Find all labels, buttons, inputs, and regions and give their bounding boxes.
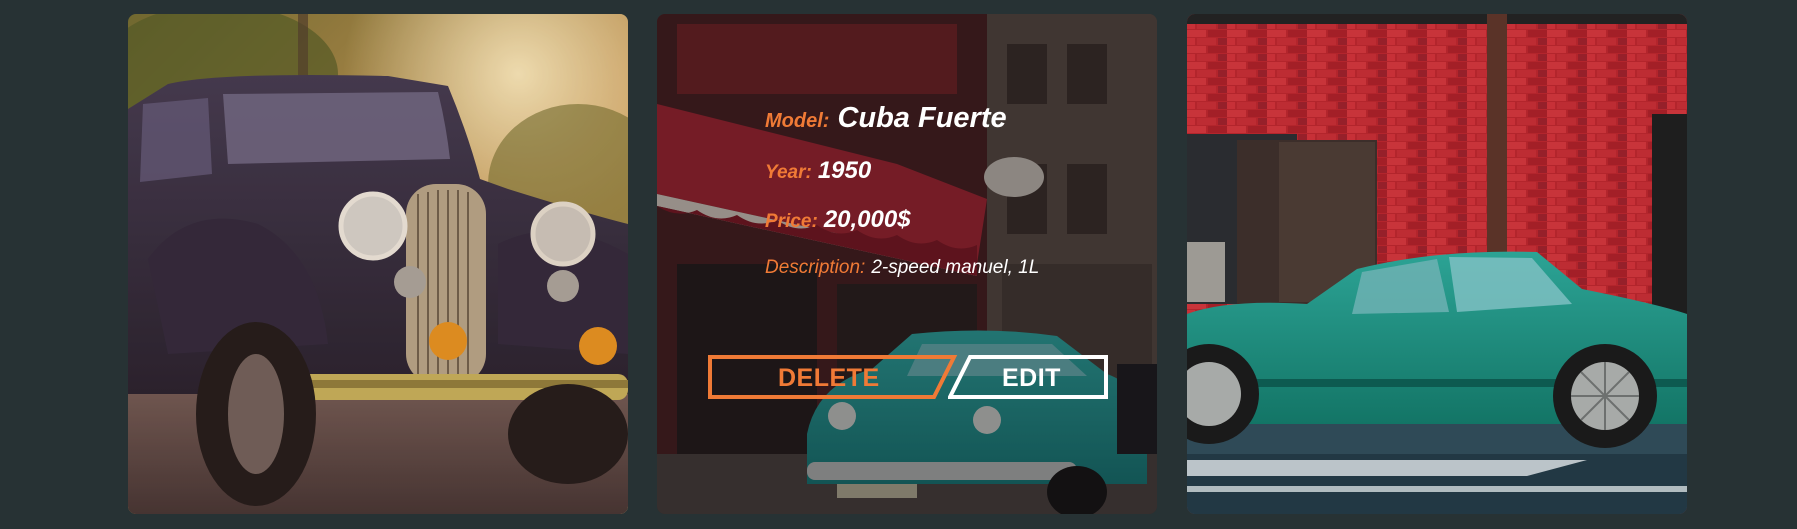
car-card-cuba-fuerte[interactable]: Model: Cuba Fuerte Year: 1950 Price: 20,000… [657, 14, 1157, 514]
price-value: 20,000$ [823, 206, 911, 233]
model-row: Model: Cuba Fuerte [765, 102, 1145, 135]
description-label: Description: [765, 257, 866, 278]
description-value: 2-speed manuel, 1L [871, 257, 1040, 278]
car-card-teal-sedan[interactable] [1187, 14, 1687, 514]
price-label: Price: [765, 211, 818, 232]
car-photo-vintage-black [128, 14, 628, 514]
year-row: Year: 1950 [765, 157, 1145, 185]
year-label: Year: [765, 162, 812, 183]
car-gallery: Model: Cuba Fuerte Year: 1950 Price: 20,000… [0, 0, 1797, 529]
model-value: Cuba Fuerte [837, 102, 1007, 134]
car-details: Model: Cuba Fuerte Year: 1950 Price: 20,000… [765, 102, 1145, 279]
edit-button[interactable]: EDIT [948, 355, 1108, 399]
car-photo-teal-sedan [1187, 14, 1687, 514]
delete-button[interactable]: DELETE [708, 355, 958, 399]
description-row: Description: 2-speed manuel, 1L [765, 257, 1145, 279]
model-label: Model: [765, 110, 830, 132]
card-actions: DELETE EDIT [708, 355, 1118, 401]
price-row: Price: 20,000$ [765, 206, 1145, 234]
car-card-vintage-black[interactable] [128, 14, 628, 514]
delete-button-label: DELETE [778, 364, 880, 392]
year-value: 1950 [817, 157, 872, 184]
edit-button-label: EDIT [1002, 364, 1061, 392]
